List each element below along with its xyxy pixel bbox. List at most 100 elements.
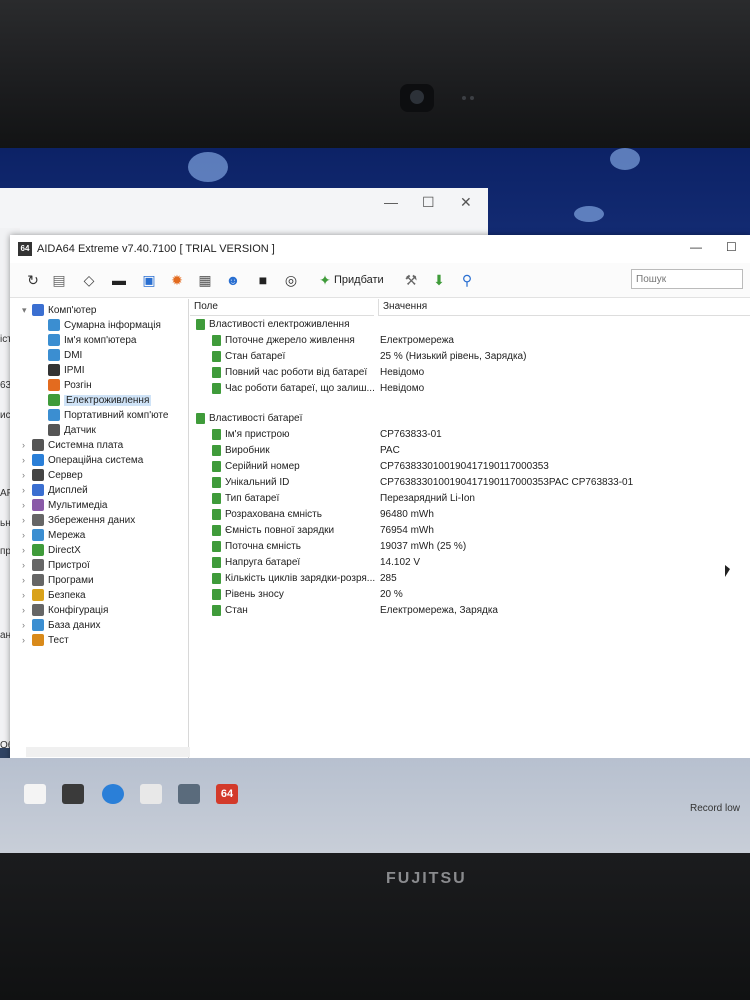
nav-item-label: Датчик xyxy=(64,424,96,436)
table-row[interactable]: Тип батареї Перезарядний Li-Ion xyxy=(190,493,750,508)
expand-icon[interactable]: › xyxy=(22,500,32,510)
refresh-icon[interactable]: ↻ xyxy=(24,271,42,289)
table-row[interactable]: Стан Електромережа, Зарядка xyxy=(190,605,750,620)
expand-icon[interactable]: › xyxy=(22,455,32,465)
tools-icon[interactable]: ⚒ xyxy=(402,271,420,289)
table-row[interactable]: Серійний номер CP763833010019041719011700… xyxy=(190,461,750,476)
nav-item-icon xyxy=(32,439,44,451)
nav-item-icon xyxy=(32,589,44,601)
nav-item[interactable]: Портативний комп'юте xyxy=(38,408,168,422)
record-low-notification[interactable]: Record low xyxy=(690,803,740,814)
expand-icon[interactable]: ▾ xyxy=(22,305,32,316)
row-value: PAC xyxy=(380,445,400,456)
row-value: Електромережа xyxy=(380,335,454,346)
expand-icon[interactable]: › xyxy=(22,515,32,525)
nav-item[interactable]: Сумарна інформація xyxy=(38,318,161,332)
memory-icon[interactable]: ▬ xyxy=(110,271,128,289)
table-row[interactable]: Повний час роботи від батареї Невідомо xyxy=(190,367,750,382)
table-row[interactable]: Поточна ємність 19037 mWh (25 %) xyxy=(190,541,750,556)
expand-icon[interactable]: › xyxy=(22,485,32,495)
nav-item[interactable]: DMI xyxy=(38,348,82,362)
maximize-icon[interactable]: ☐ xyxy=(422,194,435,211)
fujitsu-logo: FUJITSU xyxy=(386,870,467,887)
nav-item[interactable]: Розгін xyxy=(38,378,92,392)
nav-item[interactable]: › Мультимедіа xyxy=(22,498,108,512)
buy-icon[interactable]: ✦ xyxy=(316,271,334,289)
expand-icon[interactable]: › xyxy=(22,545,32,555)
expand-icon[interactable]: › xyxy=(22,560,32,570)
nav-item[interactable]: › Збереження даних xyxy=(22,513,135,527)
edge-icon[interactable] xyxy=(102,784,124,804)
nav-item-icon xyxy=(32,499,44,511)
user-icon[interactable]: ☻ xyxy=(224,271,242,289)
nav-item[interactable]: › Операційна система xyxy=(22,453,143,467)
nav-item[interactable]: › Конфігурація xyxy=(22,603,108,617)
expand-icon[interactable]: › xyxy=(22,440,32,450)
flame-icon[interactable]: ✹ xyxy=(168,271,186,289)
calendar-icon[interactable]: ▦ xyxy=(196,271,214,289)
table-row[interactable]: Кількість циклів зарядки-розря... 285 xyxy=(190,573,750,588)
column-header-field[interactable]: Поле xyxy=(190,299,374,316)
table-row[interactable]: Виробник PAC xyxy=(190,445,750,460)
buy-button[interactable]: Придбати xyxy=(334,274,384,286)
expand-icon[interactable]: › xyxy=(22,530,32,540)
table-row[interactable]: Стан батареї 25 % (Низький рівень, Зарядк… xyxy=(190,351,750,366)
table-row[interactable]: Поточне джерело живлення Електромережа xyxy=(190,335,750,350)
window-title: AIDA64 Extreme v7.40.7100 [ TRIAL VERSIO… xyxy=(37,243,275,255)
nav-item[interactable]: IPMI xyxy=(38,363,85,377)
nav-item-icon xyxy=(32,544,44,556)
nav-item[interactable]: › Пристрої xyxy=(22,558,90,572)
horizontal-scrollbar[interactable] xyxy=(26,747,196,757)
expand-icon[interactable]: › xyxy=(22,470,32,480)
table-row[interactable]: Час роботи батареї, що залиш... Невідомо xyxy=(190,383,750,398)
mail-icon[interactable] xyxy=(140,784,162,804)
expand-icon[interactable]: › xyxy=(22,635,32,645)
store-icon[interactable] xyxy=(62,784,84,804)
close-icon[interactable]: ✕ xyxy=(460,194,472,211)
minimize-icon[interactable]: — xyxy=(690,240,702,254)
expand-icon[interactable]: › xyxy=(22,575,32,585)
section-header[interactable]: Властивості батареї xyxy=(190,413,750,428)
table-row[interactable]: Напруга батареї 14.102 V xyxy=(190,557,750,572)
download-icon[interactable]: ⬇ xyxy=(430,271,448,289)
section-header[interactable]: Властивості електроживлення xyxy=(190,319,750,334)
table-row[interactable]: Розрахована ємність 96480 mWh xyxy=(190,509,750,524)
nav-item[interactable]: › Сервер xyxy=(22,468,83,482)
nav-item[interactable]: › Тест xyxy=(22,633,69,647)
table-row[interactable]: Ємність повної зарядки 76954 mWh xyxy=(190,525,750,540)
table-row[interactable]: Ім'я пристрою CP763833-01 xyxy=(190,429,750,444)
nav-item[interactable]: Ім'я комп'ютера xyxy=(38,333,136,347)
nav-item[interactable]: Датчик xyxy=(38,423,96,437)
nav-item[interactable]: Електроживлення xyxy=(38,393,152,407)
nav-item-label: Мультимедіа xyxy=(48,499,108,511)
expand-icon[interactable]: › xyxy=(22,620,32,630)
network-icon[interactable] xyxy=(178,784,200,804)
nav-item[interactable]: › База даних xyxy=(22,618,100,632)
table-row[interactable]: Рівень зносу 20 % xyxy=(190,589,750,604)
gauge-icon[interactable]: ◎ xyxy=(282,271,300,289)
monitor-icon[interactable]: ▣ xyxy=(140,271,158,289)
title-bar[interactable]: 64 AIDA64 Extreme v7.40.7100 [ TRIAL VER… xyxy=(10,235,750,263)
aida64-taskbar-icon[interactable]: 64 xyxy=(216,784,238,804)
nav-item[interactable]: ▾ Комп'ютер xyxy=(22,303,96,317)
expand-icon[interactable]: › xyxy=(22,590,32,600)
maximize-icon[interactable]: ☐ xyxy=(726,240,737,254)
laptop-bezel-bottom xyxy=(0,853,750,1000)
nav-item[interactable]: › Безпека xyxy=(22,588,86,602)
table-row[interactable]: Унікальний ID CP763833010019041719011700​… xyxy=(190,477,750,492)
motherboard-icon[interactable]: ◇ xyxy=(80,271,98,289)
file-icon[interactable] xyxy=(24,784,46,804)
row-value: 25 % (Низький рівень, Зарядка) xyxy=(380,351,527,362)
nav-item[interactable]: › Програми xyxy=(22,573,94,587)
minimize-icon[interactable]: — xyxy=(384,194,398,210)
nav-item[interactable]: › Мережа xyxy=(22,528,85,542)
column-header-value[interactable]: Значення xyxy=(378,299,750,316)
osd-icon[interactable]: ■ xyxy=(254,271,272,289)
search-icon[interactable]: ⚲ xyxy=(458,271,476,289)
search-input[interactable] xyxy=(631,269,743,289)
expand-icon[interactable]: › xyxy=(22,605,32,615)
nav-item[interactable]: › Дисплей xyxy=(22,483,88,497)
report-icon[interactable]: ▤ xyxy=(50,271,68,289)
nav-item[interactable]: › Системна плата xyxy=(22,438,123,452)
nav-item[interactable]: › DirectX xyxy=(22,543,81,557)
